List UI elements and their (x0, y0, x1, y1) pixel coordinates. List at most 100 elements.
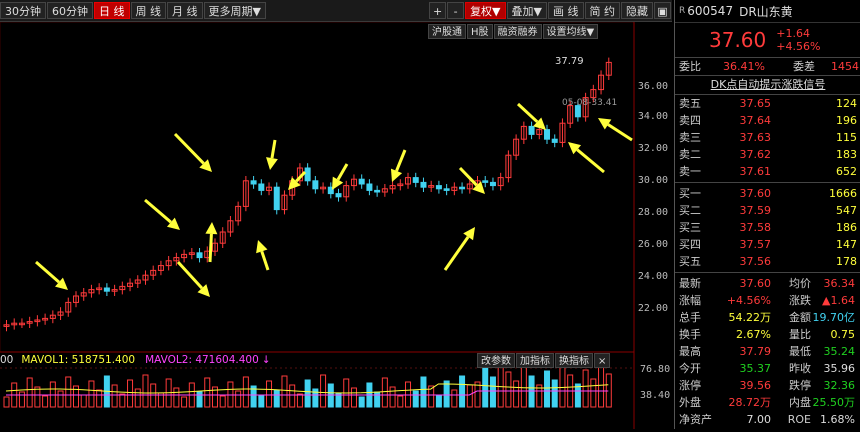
price-tick: 36.00 (637, 81, 668, 92)
zoom-out-button[interactable]: - (447, 2, 465, 19)
annotation-arrow-head (266, 157, 278, 170)
annotation-arrow-shaft (176, 260, 204, 290)
period-week-button[interactable]: 周 线 (130, 2, 166, 19)
period-60min-button[interactable]: 60分钟 (47, 2, 93, 19)
candle-body (459, 186, 466, 190)
margin-trading-button[interactable]: 融资融券 (493, 24, 542, 39)
price-change: +1.64 (776, 27, 810, 40)
stat-value: 37.79 (739, 345, 772, 358)
ask-row[interactable]: 卖二 37.62 183 (675, 146, 860, 163)
volume-bar (65, 376, 72, 408)
volume-bar (544, 370, 551, 408)
stat-label: 金额 (789, 311, 811, 324)
candle-body (420, 181, 427, 188)
hide-button[interactable]: 隐藏 (621, 2, 653, 19)
volume-bar (96, 389, 103, 408)
ask-label: 卖五 (679, 97, 701, 110)
volume-bar (127, 379, 134, 408)
candle-body (435, 185, 442, 190)
volume-bar (80, 394, 87, 408)
simple-mode-button[interactable]: 简 约 (584, 2, 620, 19)
ma-settings-button[interactable]: 设置均线▼ (542, 24, 599, 39)
volume-bar (551, 379, 558, 408)
volume-bar (111, 384, 118, 408)
annotation-arrow-shaft (516, 102, 539, 123)
adjust-button[interactable]: 复权▼ (465, 2, 506, 19)
bid-volume: 547 (836, 204, 857, 217)
bid-price: 37.60 (739, 187, 772, 200)
period-month-button[interactable]: 月 线 (167, 2, 203, 19)
candle-body (443, 188, 450, 191)
edit-params-button[interactable]: 改参数 (477, 353, 515, 368)
book-divider (675, 182, 860, 183)
volume-bar (482, 367, 489, 408)
ask-label: 卖二 (679, 148, 701, 161)
ask-row[interactable]: 卖五 37.65 124 (675, 95, 860, 112)
ask-row[interactable]: 卖四 37.64 196 (675, 112, 860, 129)
bid-volume: 147 (836, 238, 857, 251)
zoom-in-button[interactable]: + (429, 2, 447, 19)
period-day-button[interactable]: 日 线 (94, 2, 130, 19)
price-tick: 28.00 (637, 207, 668, 218)
bid-row[interactable]: 买五 37.56 178 (675, 253, 860, 270)
stat-label: 量比 (789, 328, 811, 341)
bid-label: 买二 (679, 204, 701, 217)
stat-label: 净资产 (679, 413, 712, 426)
bid-row[interactable]: 买三 37.58 186 (675, 219, 860, 236)
volume-bar (420, 376, 427, 408)
stat-value: 54.22万 (728, 311, 772, 324)
price-tick: 30.00 (637, 175, 668, 186)
collapse-icon[interactable]: ▣ (654, 2, 671, 19)
price-tick: 26.00 (637, 239, 668, 250)
volume-bar (173, 387, 180, 408)
volume-bar (134, 388, 141, 408)
volume-legend: 00 MAVOL1: 518751.400 MAVOL2: 471604.400… (0, 352, 271, 368)
ask-row[interactable]: 卖三 37.63 115 (675, 129, 860, 146)
annotation-arrow-shaft (144, 198, 172, 224)
annotation-arrow-shaft (260, 250, 270, 271)
ask-price: 37.62 (739, 148, 772, 161)
hk-connect-button[interactable]: 沪股通 (428, 24, 466, 39)
draw-line-button[interactable]: 画 线 (548, 2, 584, 19)
more-periods-button[interactable]: 更多周期▼ (203, 2, 266, 19)
volume-bar (196, 391, 203, 408)
stat-row: 涨幅 +4.56% 涨跌 ▲1.64 (675, 292, 860, 309)
stat-row: 最新 37.60 均价 36.34 (675, 275, 860, 292)
volume-bar (389, 386, 396, 408)
stat-label: 最新 (679, 277, 701, 290)
candle-body (528, 125, 535, 135)
bid-row[interactable]: 买四 37.57 147 (675, 236, 860, 253)
weibi-value: 36.41% (723, 60, 765, 73)
stat-label: 涨停 (679, 379, 701, 392)
volume-bar (350, 387, 357, 408)
weicha-label: 委差 (793, 60, 815, 73)
overlay-button[interactable]: 叠加▼ (506, 2, 547, 19)
volume-bar (281, 375, 288, 408)
period-30min-button[interactable]: 30分钟 (0, 2, 46, 19)
price-tick: 32.00 (637, 143, 668, 154)
stat-value: +4.56% (726, 294, 771, 307)
signal-link[interactable]: DK点自动提示涨跌信号 (675, 75, 860, 95)
h-share-button[interactable]: H股 (467, 24, 493, 39)
annotation-arrow-shaft (607, 123, 633, 142)
volume-bar (489, 376, 496, 408)
annotation-arrow-shaft (270, 139, 277, 159)
volume-bar (235, 390, 242, 408)
bid-row[interactable]: 买二 37.59 547 (675, 202, 860, 219)
stat-row: 最高 37.79 最低 35.24 (675, 343, 860, 360)
stat-value: 35.37 (739, 362, 772, 375)
stat-row: 今开 35.37 昨收 35.96 (675, 360, 860, 377)
candle-body (358, 178, 365, 185)
ask-row[interactable]: 卖一 37.61 652 (675, 163, 860, 180)
bid-row[interactable]: 买一 37.60 1666 (675, 185, 860, 202)
bid-label: 买一 (679, 187, 701, 200)
switch-indicator-button[interactable]: 换指标 (555, 353, 593, 368)
stat-label: 跌停 (789, 379, 811, 392)
stat-value: 28.72万 (728, 396, 772, 409)
add-indicator-button[interactable]: 加指标 (516, 353, 554, 368)
close-indicator-button[interactable]: × (594, 353, 611, 368)
annotation-arrow-head (463, 227, 475, 241)
volume-bar (474, 381, 481, 408)
volume-bar (466, 384, 473, 408)
bid-price: 37.57 (739, 238, 772, 251)
